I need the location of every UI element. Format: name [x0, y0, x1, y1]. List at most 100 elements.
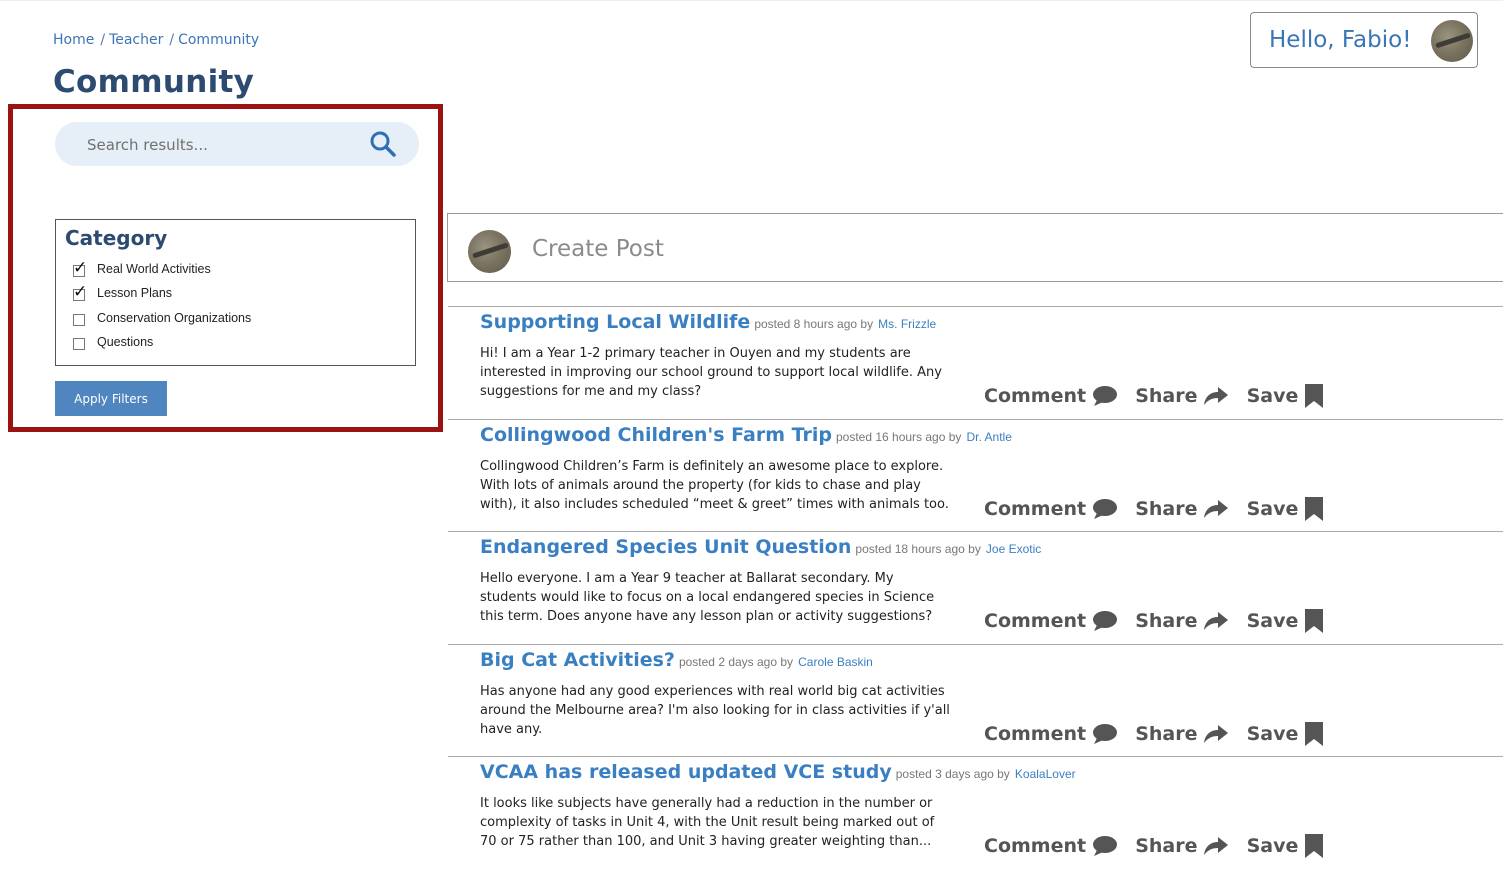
category-filter: Category ✓ Real World Activities ✓ Lesso…	[55, 219, 416, 366]
category-label: Real World Activities	[97, 262, 211, 276]
share-button[interactable]: Share	[1135, 610, 1229, 632]
breadcrumb-teacher-link[interactable]: Teacher	[109, 32, 163, 48]
breadcrumb: Home / Teacher / Community	[53, 32, 259, 48]
post-meta: posted 16 hours ago by	[835, 429, 962, 444]
post-item: Supporting Local Wildlife posted 8 hours …	[448, 306, 1503, 419]
post-body: It looks like subjects have generally ha…	[480, 796, 935, 849]
comment-icon	[1093, 611, 1118, 631]
share-icon	[1204, 387, 1229, 405]
post-header: VCAA has released updated VCE study poste…	[480, 761, 1076, 783]
create-post-bar[interactable]: Create Post	[447, 213, 1503, 282]
create-post-label[interactable]: Create Post	[532, 236, 664, 262]
post-title[interactable]: Endangered Species Unit Question	[480, 536, 851, 558]
bookmark-icon	[1305, 721, 1324, 746]
post-title[interactable]: Supporting Local Wildlife	[480, 311, 750, 333]
save-button[interactable]: Save	[1247, 833, 1325, 859]
post-body: Has anyone had any good experiences with…	[480, 683, 950, 737]
checkmark-icon: ✓	[73, 282, 88, 301]
apply-filters-button[interactable]: Apply Filters	[55, 381, 167, 416]
breadcrumb-home-link[interactable]: Home	[53, 32, 94, 48]
share-button[interactable]: Share	[1135, 498, 1229, 520]
post-actions: Comment Share Save	[984, 383, 1336, 409]
post-author[interactable]: Ms. Frizzle	[878, 317, 936, 331]
search-bar[interactable]	[55, 122, 419, 166]
share-label: Share	[1135, 610, 1198, 632]
post-title[interactable]: Collingwood Children's Farm Trip	[480, 424, 832, 446]
post-actions: Comment Share Save	[984, 496, 1336, 522]
post-actions: Comment Share Save	[984, 608, 1336, 634]
share-icon	[1204, 837, 1229, 855]
comment-button[interactable]: Comment	[984, 835, 1118, 857]
share-icon	[1204, 499, 1229, 518]
save-button[interactable]: Save	[1247, 721, 1325, 747]
post-actions: Comment Share Save	[984, 721, 1336, 747]
comment-icon	[1093, 498, 1118, 519]
category-label: Questions	[97, 335, 154, 349]
comment-label: Comment	[984, 385, 1087, 407]
checkbox[interactable]	[73, 338, 85, 350]
post-header: Supporting Local Wildlife posted 8 hours …	[480, 311, 936, 333]
breadcrumb-separator: /	[169, 32, 175, 48]
user-greeting: Hello, Fabio!	[1269, 27, 1412, 53]
post-author[interactable]: Joe Exotic	[986, 542, 1041, 556]
comment-button[interactable]: Comment	[984, 610, 1118, 632]
post-header: Big Cat Activities? posted 2 days ago by …	[480, 649, 873, 671]
post-meta: posted 8 hours ago by	[754, 317, 874, 331]
share-icon	[1204, 612, 1229, 630]
comment-icon	[1093, 723, 1118, 744]
post-item: VCAA has released updated VCE study poste…	[448, 756, 1503, 869]
category-heading: Category	[65, 226, 168, 250]
comment-icon	[1093, 386, 1118, 406]
save-button[interactable]: Save	[1247, 383, 1325, 409]
save-label: Save	[1246, 385, 1299, 407]
post-title[interactable]: Big Cat Activities?	[480, 649, 675, 671]
post-item: Collingwood Children's Farm Trip posted 1…	[448, 418, 1503, 532]
bookmark-icon	[1305, 834, 1324, 858]
post-header: Endangered Species Unit Question posted 1…	[480, 536, 1041, 558]
search-icon[interactable]	[369, 130, 397, 158]
post-feed: Supporting Local Wildlife posted 8 hours …	[448, 306, 1503, 869]
share-button[interactable]: Share	[1135, 835, 1229, 857]
bookmark-icon	[1305, 609, 1324, 633]
save-label: Save	[1246, 835, 1299, 857]
share-label: Share	[1135, 385, 1198, 407]
comment-label: Comment	[984, 722, 1087, 745]
share-label: Share	[1135, 497, 1198, 520]
comment-label: Comment	[984, 610, 1087, 632]
comment-label: Comment	[984, 497, 1087, 520]
comment-button[interactable]: Comment	[984, 385, 1118, 407]
save-label: Save	[1246, 722, 1299, 745]
save-button[interactable]: Save	[1247, 608, 1325, 634]
user-avatar[interactable]	[1431, 20, 1473, 62]
post-title[interactable]: VCAA has released updated VCE study	[480, 761, 892, 783]
post-body: Hi! I am a Year 1-2 primary teacher in O…	[480, 346, 942, 399]
share-icon	[1204, 724, 1229, 743]
filter-panel: Category ✓ Real World Activities ✓ Lesso…	[8, 104, 443, 432]
user-avatar	[468, 230, 511, 273]
post-item: Big Cat Activities? posted 2 days ago by …	[448, 643, 1503, 757]
share-label: Share	[1135, 722, 1198, 745]
share-button[interactable]: Share	[1135, 385, 1229, 407]
breadcrumb-community-link[interactable]: Community	[178, 32, 259, 48]
top-divider	[0, 0, 1503, 1]
post-author[interactable]: KoalaLover	[1015, 767, 1076, 781]
post-meta: posted 2 days ago by	[678, 654, 794, 669]
save-button[interactable]: Save	[1247, 496, 1325, 522]
bookmark-icon	[1305, 496, 1324, 521]
bookmark-icon	[1305, 384, 1324, 408]
post-author[interactable]: Carole Baskin	[798, 655, 873, 669]
post-header: Collingwood Children's Farm Trip posted 1…	[480, 424, 1012, 446]
post-author[interactable]: Dr. Antle	[967, 430, 1012, 444]
checkbox[interactable]	[73, 314, 85, 326]
comment-button[interactable]: Comment	[984, 498, 1118, 520]
post-actions: Comment Share Save	[984, 833, 1336, 859]
save-label: Save	[1246, 610, 1299, 632]
share-button[interactable]: Share	[1135, 723, 1229, 745]
user-greeting-box[interactable]: Hello, Fabio!	[1250, 12, 1478, 68]
category-label: Conservation Organizations	[97, 311, 252, 325]
post-body: Hello everyone. I am a Year 9 teacher at…	[480, 571, 935, 624]
post-meta: posted 18 hours ago by	[855, 542, 981, 556]
share-label: Share	[1135, 835, 1198, 857]
search-input[interactable]	[85, 132, 359, 158]
comment-button[interactable]: Comment	[984, 723, 1118, 745]
